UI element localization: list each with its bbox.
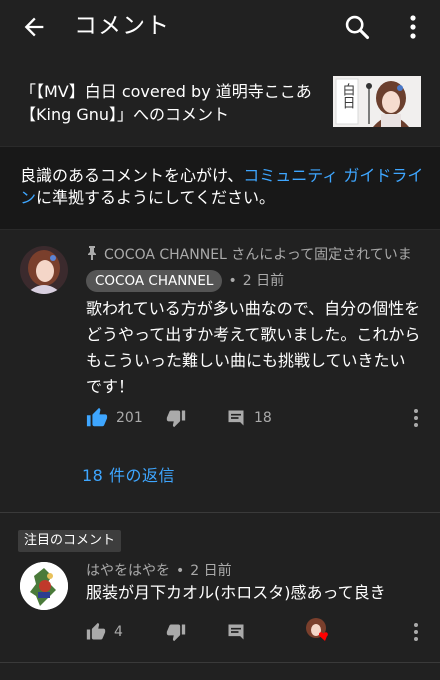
search-icon[interactable]	[343, 13, 371, 41]
comment-more-icon[interactable]	[412, 406, 420, 430]
community-guideline-notice: 良識のあるコメントを心がけ、コミュニティ ガイドラインに準拠するようにしてくださ…	[0, 146, 440, 230]
comment-text: 歌われている方が多い曲なので、自分の個性をどうやって出すか考えて歌いました。これ…	[86, 299, 421, 396]
pinned-label-text: COCOA CHANNEL さんによって固定されていま	[104, 247, 412, 263]
comment-icon	[228, 410, 244, 426]
guideline-text: 良識のあるコメントを心がけ、コミュニティ ガイドラインに準拠するようにしてくださ…	[20, 165, 425, 209]
featured-comment: はやをはやを • 2 日前 服装が月下カオル(ホロスタ)感あって良き 4	[0, 560, 440, 660]
divider	[0, 512, 440, 513]
thumb-up-icon	[86, 622, 106, 640]
thumbnail-art: 白日	[333, 76, 421, 127]
comment-text: 服装が月下カオル(ホロスタ)感あって良き	[86, 583, 386, 602]
more-vert-icon[interactable]	[402, 13, 424, 41]
avatar[interactable]	[20, 562, 68, 610]
thumb-up-icon	[86, 407, 108, 427]
app-bar: コメント	[0, 0, 440, 54]
featured-badge: 注目のコメント	[18, 530, 122, 552]
view-replies-link[interactable]: 18 件の返信	[82, 462, 175, 486]
guideline-text-before: 良識のあるコメントを心がけ、	[20, 166, 244, 185]
meta-separator: •	[228, 273, 237, 289]
page-title: コメント	[74, 13, 170, 39]
comment-more-icon[interactable]	[412, 620, 420, 644]
reply-count: 18	[254, 410, 272, 426]
like-button[interactable]: 4	[86, 620, 123, 644]
creator-heart	[304, 618, 332, 642]
like-count: 4	[114, 624, 123, 640]
creator-heart-icon	[306, 618, 328, 641]
author-chip[interactable]: COCOA CHANNEL	[86, 270, 223, 292]
comment-time: 2 日前	[190, 563, 232, 579]
comment-actions: 201 18	[86, 406, 426, 430]
pin-icon	[88, 246, 96, 260]
comment-icon	[228, 624, 244, 640]
reply-button[interactable]	[226, 620, 246, 644]
pinned-comment: COCOA CHANNEL さんによって固定されていま COCOA CHANNE…	[0, 244, 440, 499]
reply-button[interactable]: 18	[226, 406, 272, 430]
avatar[interactable]	[20, 246, 68, 294]
video-thumbnail[interactable]: 白日	[333, 76, 421, 127]
pinned-label: COCOA CHANNEL さんによって固定されていま	[86, 244, 426, 264]
dislike-button[interactable]	[166, 406, 186, 430]
video-header: 「【MV】白日 covered by 道明寺ここあ【King Gnu】」へのコメ…	[0, 54, 440, 146]
video-title: 「【MV】白日 covered by 道明寺ここあ【King Gnu】」へのコメ…	[20, 82, 312, 124]
comment-meta: COCOA CHANNEL • 2 日前	[86, 270, 284, 292]
thumb-down-icon	[166, 624, 186, 642]
comment-actions: 4	[86, 618, 426, 644]
meta-separator: •	[176, 563, 185, 579]
thumbnail-text: 白日	[340, 82, 355, 109]
comment-meta: はやをはやを • 2 日前	[86, 560, 232, 580]
arrow-left-icon[interactable]	[20, 13, 48, 41]
like-button[interactable]: 201	[86, 406, 143, 430]
avatar-image	[20, 246, 68, 294]
guideline-text-after: に準拠するようにしてください。	[36, 188, 276, 207]
divider	[0, 662, 440, 663]
thumb-down-icon	[166, 410, 186, 428]
like-count: 201	[116, 410, 143, 426]
comment-author[interactable]: はやをはやを	[86, 563, 170, 579]
avatar-image	[20, 562, 68, 610]
dislike-button[interactable]	[166, 620, 186, 644]
comment-time: 2 日前	[242, 273, 285, 289]
